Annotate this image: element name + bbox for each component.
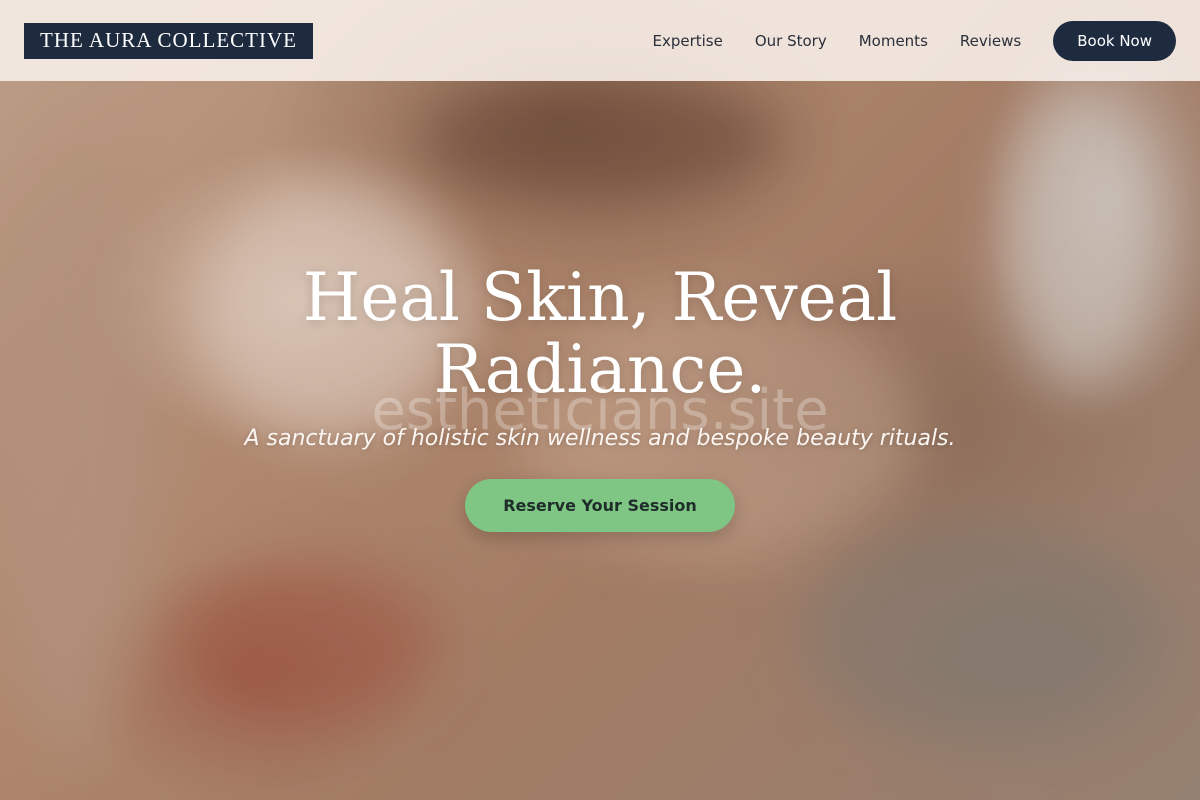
book-now-button[interactable]: Book Now: [1053, 20, 1176, 61]
main-nav: Expertise Our Story Moments Reviews Book…: [652, 20, 1176, 61]
site-header: THE AURA COLLECTIVE Expertise Our Story …: [0, 0, 1200, 81]
nav-link-moments[interactable]: Moments: [859, 32, 928, 50]
hero-headline-line-1: Heal Skin, Reveal: [302, 259, 898, 336]
nav-link-our-story[interactable]: Our Story: [755, 32, 827, 50]
hero-headline-line-2: Radiance.: [433, 331, 767, 408]
nav-link-reviews[interactable]: Reviews: [960, 32, 1021, 50]
hero-headline: Heal Skin, Reveal Radiance.: [0, 262, 1200, 406]
hero-tagline: A sanctuary of holistic skin wellness an…: [244, 426, 956, 451]
reserve-session-button[interactable]: Reserve Your Session: [465, 479, 735, 532]
hero-section: estheticians.site Heal Skin, Reveal Radi…: [0, 262, 1200, 532]
nav-link-expertise[interactable]: Expertise: [652, 32, 722, 50]
brand-logo[interactable]: THE AURA COLLECTIVE: [24, 22, 313, 59]
